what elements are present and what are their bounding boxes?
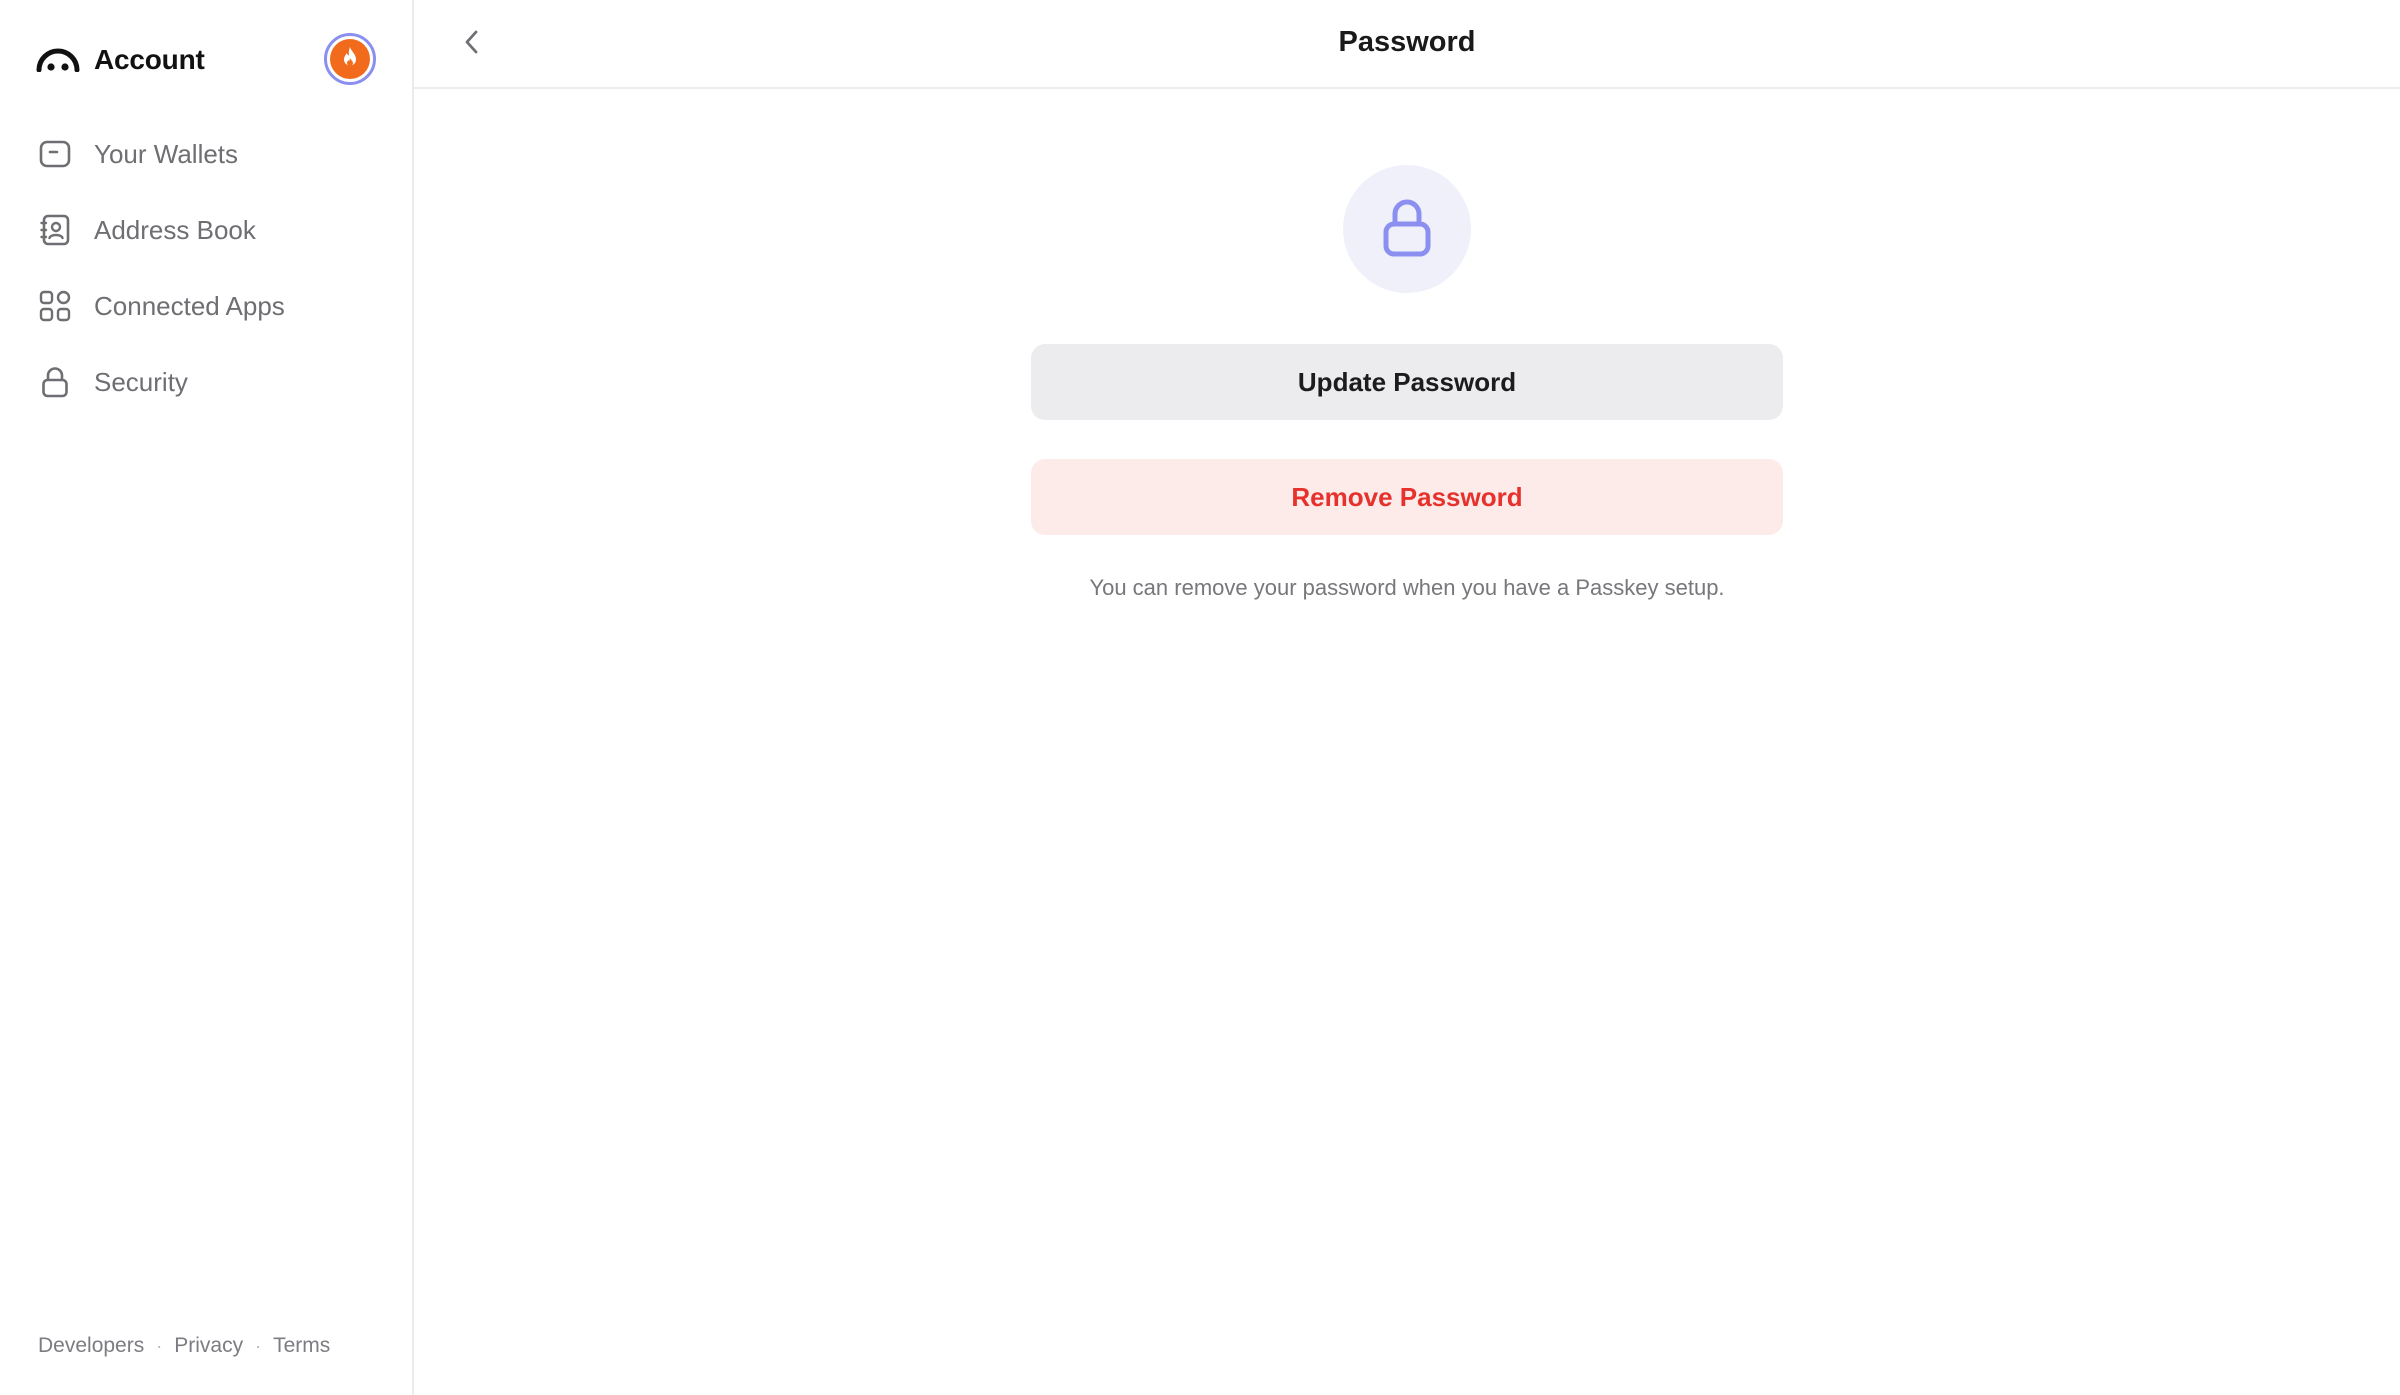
remove-password-hint: You can remove your password when you ha… [1089,575,1725,600]
sidebar-item-label: Connected Apps [94,290,285,321]
avatar[interactable] [324,33,376,85]
sidebar: Account Your Wallets Address Book Connec… [0,0,414,1395]
footer-links: Developers · Privacy · Terms [38,1334,330,1358]
rainbow-arc-logo-icon [36,48,80,72]
sidebar-item-label: Your Wallets [94,138,239,169]
sidebar-item-connected-apps[interactable]: Connected Apps [26,268,396,344]
sidebar-item-your-wallets[interactable]: Your Wallets [26,116,396,192]
wallet-icon [38,137,72,171]
contact-book-icon [38,213,72,247]
footer-separator: · [255,1335,262,1356]
terms-link[interactable]: Terms [273,1334,330,1358]
app-root: Account Your Wallets Address Book Connec… [0,0,2400,1395]
sidebar-nav: Your Wallets Address Book Connected Apps… [26,116,396,420]
lock-icon [38,365,72,399]
sidebar-item-label: Address Book [94,214,256,245]
flame-icon [341,46,359,73]
password-settings: Update Password Remove Password You can … [414,89,2400,601]
page-title: Password [1338,26,1476,58]
brand-title: Account [94,44,205,75]
update-password-button[interactable]: Update Password [1031,344,1783,420]
remove-password-button[interactable]: Remove Password [1031,459,1783,535]
hero-lock-badge [1343,165,1471,293]
avatar-badge [330,39,370,79]
lock-icon [1381,197,1433,262]
sidebar-item-label: Security [94,366,188,397]
brand: Account [36,34,205,86]
developers-link[interactable]: Developers [38,1334,144,1358]
main-panel: Password Update Password Remove Password… [414,0,2400,1395]
footer-separator: · [156,1335,163,1356]
apps-grid-icon [38,289,72,323]
privacy-link[interactable]: Privacy [174,1334,243,1358]
sidebar-item-security[interactable]: Security [26,344,396,420]
sidebar-item-address-book[interactable]: Address Book [26,192,396,268]
top-bar: Password [414,0,2400,89]
